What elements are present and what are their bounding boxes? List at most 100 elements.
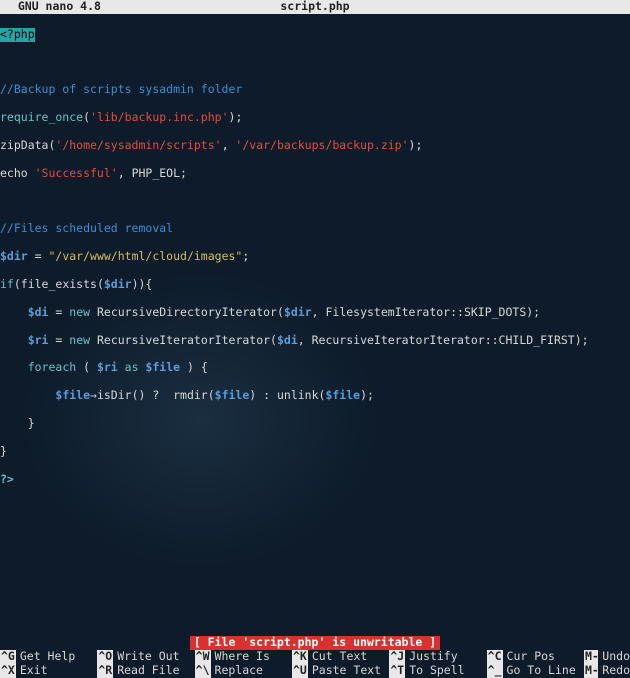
- shortcut-cut-text[interactable]: ^KCut Text: [292, 650, 389, 664]
- phpeol: , PHP_EOL;: [118, 166, 187, 180]
- child-first: , RecursiveIteratorIterator::CHILD_FIRST…: [298, 333, 589, 347]
- var-ri: $ri: [28, 333, 49, 347]
- key-meta-e: M-E: [584, 664, 598, 678]
- indent2: [0, 333, 28, 347]
- php-open-tag: <?php: [0, 28, 35, 42]
- comma: ,: [222, 138, 236, 152]
- isdir-rmdir: isDir() ? rmdir(: [97, 388, 215, 402]
- key-ctrl-r: ^R: [97, 664, 113, 678]
- key-ctrl-backslash: ^\: [195, 664, 211, 678]
- label-exit: Exit: [16, 664, 48, 678]
- label-write-out: Write Out: [113, 650, 179, 664]
- class-rii: RecursiveIteratorIterator(: [90, 333, 277, 347]
- var-file: $file: [145, 360, 180, 374]
- key-ctrl-t: ^T: [389, 664, 405, 678]
- label-undo: Undo: [598, 650, 630, 664]
- label-to-spell: To Spell: [405, 664, 464, 678]
- fn-zipdata: zipData(: [0, 138, 55, 152]
- shortcut-paste-text[interactable]: ^UPaste Text: [292, 664, 389, 678]
- key-ctrl-u: ^U: [292, 664, 308, 678]
- key-ctrl-k: ^K: [292, 650, 308, 664]
- var-file2: $file: [55, 388, 90, 402]
- semi2: );: [360, 388, 374, 402]
- comment-files: //Files scheduled removal: [0, 221, 173, 235]
- indent4: [0, 388, 55, 402]
- file-name: script.php: [280, 0, 349, 14]
- key-ctrl-j: ^J: [389, 650, 405, 664]
- skip-dots: , FilesystemIterator::SKIP_DOTS);: [312, 305, 540, 319]
- shortcut-bar: ^GGet Help ^OWrite Out ^WWhere Is ^KCut …: [0, 650, 630, 678]
- shortcut-undo[interactable]: M-UUndo: [584, 650, 630, 664]
- key-meta-u: M-U: [584, 650, 598, 664]
- indent: [0, 305, 28, 319]
- shortcut-read-file[interactable]: ^RRead File: [97, 664, 194, 678]
- indent3: [0, 360, 28, 374]
- status-message: [ File 'script.php' is unwritable ]: [190, 636, 440, 650]
- string-success: 'Successful': [35, 166, 118, 180]
- var-di-arg: $di: [277, 333, 298, 347]
- shortcut-go-to-line[interactable]: ^_Go To Line: [487, 664, 584, 678]
- echo: echo: [0, 166, 35, 180]
- brace-open2: ) {: [180, 360, 208, 374]
- var-file4: $file: [325, 388, 360, 402]
- brace-close2: }: [0, 444, 7, 458]
- eq3: =: [48, 333, 69, 347]
- var-dir-arg2: $dir: [284, 305, 312, 319]
- key-ctrl-c: ^C: [487, 650, 503, 664]
- string-path2: '/var/backups/backup.zip': [235, 138, 408, 152]
- if-keyword: if: [0, 277, 14, 291]
- key-ctrl-underscore: ^_: [487, 664, 503, 678]
- editor-area[interactable]: <?php //Backup of scripts sysadmin folde…: [0, 14, 630, 500]
- var-file3: $file: [215, 388, 250, 402]
- key-ctrl-w: ^W: [195, 650, 211, 664]
- shortcut-replace[interactable]: ^\Replace: [195, 664, 292, 678]
- unlink: ) : unlink(: [249, 388, 325, 402]
- brace-open: )){: [132, 277, 153, 291]
- shortcut-exit[interactable]: ^XExit: [0, 664, 97, 678]
- var-dir: $dir: [0, 249, 28, 263]
- label-cur-pos: Cur Pos: [503, 650, 555, 664]
- require-keyword: require_once: [0, 110, 83, 124]
- shortcut-justify[interactable]: ^JJustify: [389, 650, 486, 664]
- paren-end: );: [229, 110, 243, 124]
- brace-close1: }: [0, 416, 35, 430]
- new-keyword2: new: [69, 333, 90, 347]
- new-keyword: new: [69, 305, 90, 319]
- key-ctrl-o: ^O: [97, 650, 113, 664]
- semi: ;: [242, 249, 249, 263]
- file-exists: (file_exists(: [14, 277, 104, 291]
- shortcut-get-help[interactable]: ^GGet Help: [0, 650, 97, 664]
- shortcut-where-is[interactable]: ^WWhere Is: [195, 650, 292, 664]
- label-paste-text: Paste Text: [308, 664, 381, 678]
- label-where-is: Where Is: [211, 650, 270, 664]
- label-replace: Replace: [211, 664, 263, 678]
- string-path1: '/home/sysadmin/scripts': [55, 138, 221, 152]
- paren: (: [83, 110, 90, 124]
- eq: =: [28, 249, 49, 263]
- app-name: GNU nano 4.8: [4, 0, 101, 14]
- label-get-help: Get Help: [16, 650, 75, 664]
- key-ctrl-x: ^X: [0, 664, 16, 678]
- class-rdi: RecursiveDirectoryIterator(: [90, 305, 284, 319]
- as-keyword: as: [118, 360, 146, 374]
- shortcut-to-spell[interactable]: ^TTo Spell: [389, 664, 486, 678]
- shortcut-redo[interactable]: M-ERedo: [584, 664, 630, 678]
- string-dirpath: "/var/www/html/cloud/images": [48, 249, 242, 263]
- label-cut-text: Cut Text: [308, 650, 367, 664]
- var-ri2: $ri: [97, 360, 118, 374]
- label-read-file: Read File: [113, 664, 179, 678]
- eq2: =: [48, 305, 69, 319]
- stmt-end: );: [409, 138, 423, 152]
- comment-backup: //Backup of scripts sysadmin folder: [0, 82, 242, 96]
- string-lib: 'lib/backup.inc.php': [90, 110, 228, 124]
- label-justify: Justify: [405, 650, 457, 664]
- var-dir-arg: $dir: [104, 277, 132, 291]
- shortcut-cur-pos[interactable]: ^CCur Pos: [487, 650, 584, 664]
- shortcut-write-out[interactable]: ^OWrite Out: [97, 650, 194, 664]
- arrow-op: →: [90, 388, 97, 402]
- key-ctrl-g: ^G: [0, 650, 16, 664]
- foreach-keyword: foreach: [28, 360, 76, 374]
- title-bar: GNU nano 4.8 script.php: [0, 0, 630, 14]
- status-bar: [ File 'script.php' is unwritable ]: [0, 636, 630, 650]
- label-redo: Redo: [598, 664, 630, 678]
